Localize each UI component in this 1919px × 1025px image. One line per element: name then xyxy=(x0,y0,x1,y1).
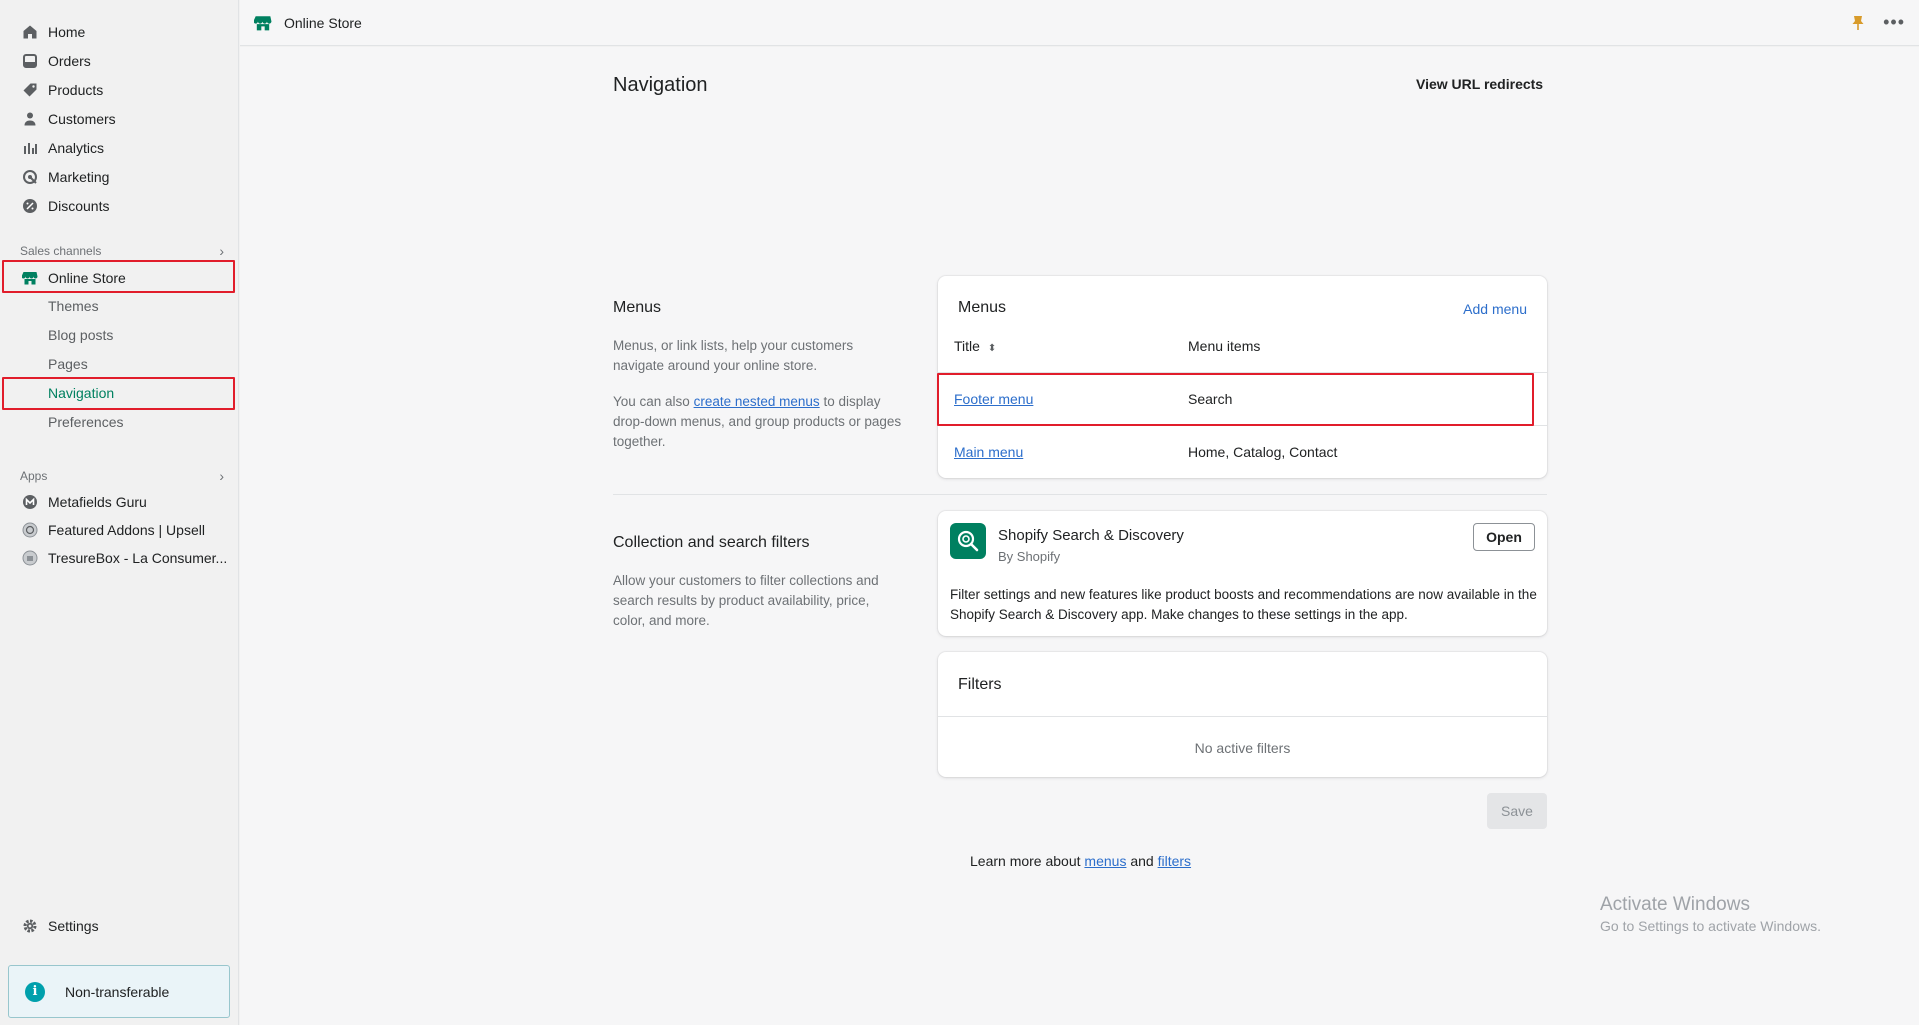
sidebar-item-label: Metafields Guru xyxy=(48,494,147,510)
addons-app-icon xyxy=(22,522,38,538)
sidebar-item-products[interactable]: Products xyxy=(0,77,239,103)
open-app-button[interactable]: Open xyxy=(1473,523,1535,551)
tresurebox-app-icon xyxy=(22,550,38,566)
filters-card: Filters No active filters xyxy=(938,652,1547,777)
table-row[interactable]: Main menu Home, Catalog, Contact xyxy=(938,425,1547,478)
sidebar-subitem-themes[interactable]: Themes xyxy=(0,293,239,319)
page-title: Navigation xyxy=(613,74,708,96)
menus-section-heading: Menus xyxy=(613,299,662,316)
sidebar-item-settings[interactable]: Settings xyxy=(0,913,239,939)
sidebar-item-label: TresureBox - La Consumer... xyxy=(48,550,228,566)
sidebar-item-discounts[interactable]: Discounts xyxy=(0,193,239,219)
sort-icon[interactable]: ⬍ xyxy=(988,343,996,354)
store-icon xyxy=(254,15,272,30)
app-description: Filter settings and new features like pr… xyxy=(950,587,1537,622)
app-name: Shopify Search & Discovery xyxy=(998,527,1184,544)
sidebar-item-orders[interactable]: Orders xyxy=(0,48,239,74)
pin-icon[interactable] xyxy=(1851,15,1865,31)
sidebar: Home Orders Products Customers Analytics… xyxy=(0,0,239,1025)
highlight-navigation xyxy=(2,377,235,410)
home-icon xyxy=(22,24,38,40)
filters-section-heading: Collection and search filters xyxy=(613,534,810,551)
sidebar-item-label: Products xyxy=(48,82,104,98)
sidebar-item-label: Marketing xyxy=(48,169,110,185)
more-actions-icon[interactable]: ••• xyxy=(1883,12,1905,33)
non-transferable-banner[interactable]: i Non-transferable xyxy=(8,965,230,1018)
sidebar-subitem-preferences[interactable]: Preferences xyxy=(0,409,239,435)
sales-channels-label[interactable]: Sales channels › xyxy=(20,243,224,259)
bar-chart-icon xyxy=(22,140,38,156)
filters-card-title: Filters xyxy=(958,676,1002,693)
learn-more-footer: Learn more about menus and filters xyxy=(970,853,1192,869)
menus-section-nested-description: You can also create nested menus to disp… xyxy=(613,394,902,449)
sidebar-item-label: Discounts xyxy=(48,198,110,214)
highlight-footer-menu-row xyxy=(937,373,1534,426)
sidebar-item-label: Analytics xyxy=(48,140,105,156)
highlight-online-store xyxy=(2,260,235,293)
info-icon: i xyxy=(25,981,45,1002)
sidebar-app-tresurebox[interactable]: TresureBox - La Consumer... xyxy=(0,545,239,571)
filters-section-description: Allow your customers to filter collectio… xyxy=(613,573,879,628)
column-header-title[interactable]: Title ⬍ xyxy=(954,338,996,354)
orders-icon xyxy=(22,53,38,69)
target-icon xyxy=(22,169,38,185)
no-active-filters: No active filters xyxy=(1194,740,1291,756)
main-menu-link[interactable]: Main menu xyxy=(954,444,1023,460)
windows-activation-watermark: Activate Windows Go to Settings to activ… xyxy=(1600,894,1821,934)
menus-help-link[interactable]: menus xyxy=(1084,853,1126,869)
sidebar-item-customers[interactable]: Customers xyxy=(0,106,239,132)
sidebar-subitem-pages[interactable]: Pages xyxy=(0,351,239,377)
topbar: Online Store ••• xyxy=(240,0,1919,46)
sidebar-item-label: Customers xyxy=(48,111,116,127)
app-by: By Shopify xyxy=(998,549,1061,564)
sidebar-item-home[interactable]: Home xyxy=(0,19,239,45)
menus-section-description: Menus, or link lists, help your customer… xyxy=(613,338,854,373)
menus-card-title: Menus xyxy=(958,299,1007,316)
chevron-right-icon[interactable]: › xyxy=(219,243,224,259)
sidebar-item-analytics[interactable]: Analytics xyxy=(0,135,239,161)
view-url-redirects-button[interactable]: View URL redirects xyxy=(1416,76,1543,92)
gear-icon xyxy=(22,918,38,934)
chevron-right-icon[interactable]: › xyxy=(219,468,224,484)
sidebar-item-label: Featured Addons | Upsell xyxy=(48,522,205,538)
section-divider xyxy=(613,494,1547,495)
discount-icon xyxy=(22,198,38,214)
topbar-title: Online Store xyxy=(284,14,362,31)
card-divider xyxy=(938,716,1547,717)
sidebar-app-featured-addons[interactable]: Featured Addons | Upsell xyxy=(0,517,239,543)
column-header-menu-items: Menu items xyxy=(1188,338,1261,354)
sidebar-app-metafields-guru[interactable]: Metafields Guru xyxy=(0,489,239,515)
tag-icon xyxy=(22,82,38,98)
sidebar-item-label: Orders xyxy=(48,53,91,69)
add-menu-button[interactable]: Add menu xyxy=(1463,301,1527,317)
create-nested-menus-link[interactable]: create nested menus xyxy=(694,394,820,409)
sidebar-item-marketing[interactable]: Marketing xyxy=(0,164,239,190)
save-button[interactable]: Save xyxy=(1487,793,1547,829)
person-icon xyxy=(22,111,38,127)
sidebar-item-label: Home xyxy=(48,24,86,40)
search-discovery-app-icon xyxy=(950,523,986,559)
search-discovery-card: Shopify Search & Discovery By Shopify Op… xyxy=(938,511,1547,636)
apps-label[interactable]: Apps › xyxy=(20,468,224,484)
metafields-app-icon xyxy=(22,494,38,510)
sidebar-item-label: Settings xyxy=(48,918,99,934)
non-transferable-label: Non-transferable xyxy=(65,983,170,1000)
menu-items-cell: Home, Catalog, Contact xyxy=(1188,444,1338,460)
filters-help-link[interactable]: filters xyxy=(1158,853,1191,869)
sidebar-subitem-blog-posts[interactable]: Blog posts xyxy=(0,322,239,348)
